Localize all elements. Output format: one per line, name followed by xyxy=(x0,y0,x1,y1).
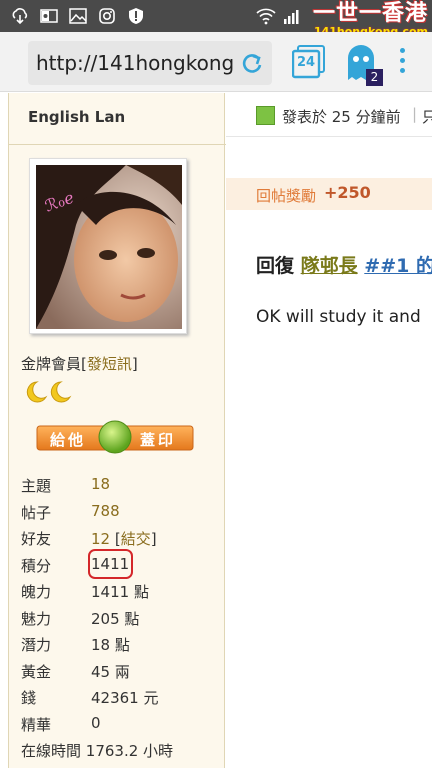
stat-value: 1763.2 小時 xyxy=(85,742,174,760)
post-content: 發表於 25 分鐘前 | 只 回帖獎勵 +250 回復 隊邨長 ##1 的 OK… xyxy=(226,93,432,768)
stat-digest: 精華 0 xyxy=(21,712,221,739)
stat-label: 魄力 xyxy=(21,583,52,601)
outlook-icon xyxy=(39,6,59,26)
stat-label: 主題 xyxy=(21,477,52,495)
post-body: OK will study it and xyxy=(256,307,421,327)
post-timestamp: 發表於 25 分鐘前 xyxy=(282,108,401,126)
stat-potential: 潛力 18 點 xyxy=(21,632,221,659)
instagram-icon xyxy=(97,6,117,26)
stat-posts: 帖子 788 xyxy=(21,500,221,527)
stamp-left-label: 給他 xyxy=(50,431,87,449)
stat-value[interactable]: 18 xyxy=(91,475,110,493)
wifi-icon xyxy=(256,6,276,26)
stat-gold: 黃金 45 兩 xyxy=(21,659,221,686)
stamp-right-label: 蓋印 xyxy=(140,431,177,449)
stat-label: 帖子 xyxy=(21,503,52,522)
user-profile-sidebar: English Lan ℛℴℯ 金牌會員[發短訊] 給他 蓋印 主題 18 帖子… xyxy=(8,93,226,768)
browser-toolbar: http://141hongkong.c 24 2 xyxy=(0,32,432,92)
stat-drive: 魄力 1411 點 xyxy=(21,579,221,606)
stat-value[interactable]: 12 xyxy=(91,530,110,548)
stat-value: 18 點 xyxy=(91,636,130,654)
reply-reward-banner: 回帖獎勵 +250 xyxy=(226,178,432,210)
brand-name: 一世一香港 xyxy=(312,1,428,26)
shield-icon xyxy=(126,6,146,26)
download-icon xyxy=(10,6,30,26)
avatar-image: ℛℴℯ xyxy=(36,165,182,329)
stamp-button[interactable]: 給他 蓋印 xyxy=(36,420,194,454)
stat-label: 潛力 xyxy=(21,636,52,654)
stat-label: 精華 xyxy=(21,715,52,734)
stat-value: 205 點 xyxy=(91,609,140,628)
post-header: 發表於 25 分鐘前 | 只 xyxy=(226,93,432,137)
status-bar: 一世一香港 141hongkong.com xyxy=(0,0,432,37)
stat-value: 1411 點 xyxy=(91,583,149,601)
online-status-icon xyxy=(256,106,275,125)
reply-floor-link[interactable]: ##1 的 xyxy=(364,255,432,277)
image-icon xyxy=(68,6,88,26)
stat-online-time: 在線時間 1763.2 小時 xyxy=(21,738,221,764)
add-friend-link[interactable]: 結交 xyxy=(121,530,151,548)
stat-value: 45 兩 xyxy=(91,662,130,681)
overflow-menu-icon[interactable] xyxy=(396,48,408,78)
signal-icon xyxy=(282,6,302,26)
stat-label: 魅力 xyxy=(21,609,52,628)
stat-value[interactable]: 788 xyxy=(91,502,120,520)
divider xyxy=(9,144,226,145)
header-separator: | xyxy=(412,105,418,123)
stat-value: 42361 元 xyxy=(91,689,159,707)
reload-icon[interactable] xyxy=(238,49,266,77)
stat-label: 在線時間 xyxy=(21,742,82,760)
stat-money: 錢 42361 元 xyxy=(21,685,221,712)
rank-label: 金牌會員 xyxy=(21,355,82,373)
stat-points: 積分 1411 xyxy=(21,548,221,580)
reward-label: 回帖獎勵 xyxy=(256,187,317,205)
view-author-only-link[interactable]: 只 xyxy=(422,106,432,127)
stat-value-group: 12 [結交] xyxy=(91,530,157,548)
stat-value: 0 xyxy=(91,713,101,732)
member-rank: 金牌會員[發短訊] xyxy=(21,355,138,373)
reply-heading: 回復 隊邨長 ##1 的 xyxy=(256,251,432,278)
stat-charm: 魅力 205 點 xyxy=(21,606,221,633)
notification-badge: 2 xyxy=(366,69,383,86)
forum-page: English Lan ℛℴℯ 金牌會員[發短訊] 給他 蓋印 主題 18 帖子… xyxy=(0,93,432,768)
highlight-circle xyxy=(88,548,133,579)
avatar[interactable]: ℛℴℯ xyxy=(29,158,187,334)
user-stats: 主題 18 帖子 788 好友 12 [結交] 積分 1411 魄力 1411 … xyxy=(21,473,221,764)
reward-value: +250 xyxy=(324,183,371,202)
reply-prefix: 回復 xyxy=(256,255,295,277)
username-link[interactable]: English Lan xyxy=(28,108,125,126)
stat-label: 好友 xyxy=(21,530,52,548)
tab-switcher-button[interactable]: 24 xyxy=(291,45,326,79)
reply-user-link[interactable]: 隊邨長 xyxy=(301,255,358,277)
stat-threads: 主題 18 xyxy=(21,473,221,500)
rank-moon-icons xyxy=(23,380,79,408)
url-bar[interactable]: http://141hongkong.c xyxy=(28,41,272,85)
tab-count: 24 xyxy=(296,55,316,70)
url-text[interactable]: http://141hongkong.c xyxy=(36,51,236,75)
send-message-link[interactable]: 發短訊 xyxy=(87,355,132,373)
stat-label: 黃金 xyxy=(21,662,52,681)
stat-label: 積分 xyxy=(21,556,52,575)
stat-label: 錢 xyxy=(21,689,37,707)
